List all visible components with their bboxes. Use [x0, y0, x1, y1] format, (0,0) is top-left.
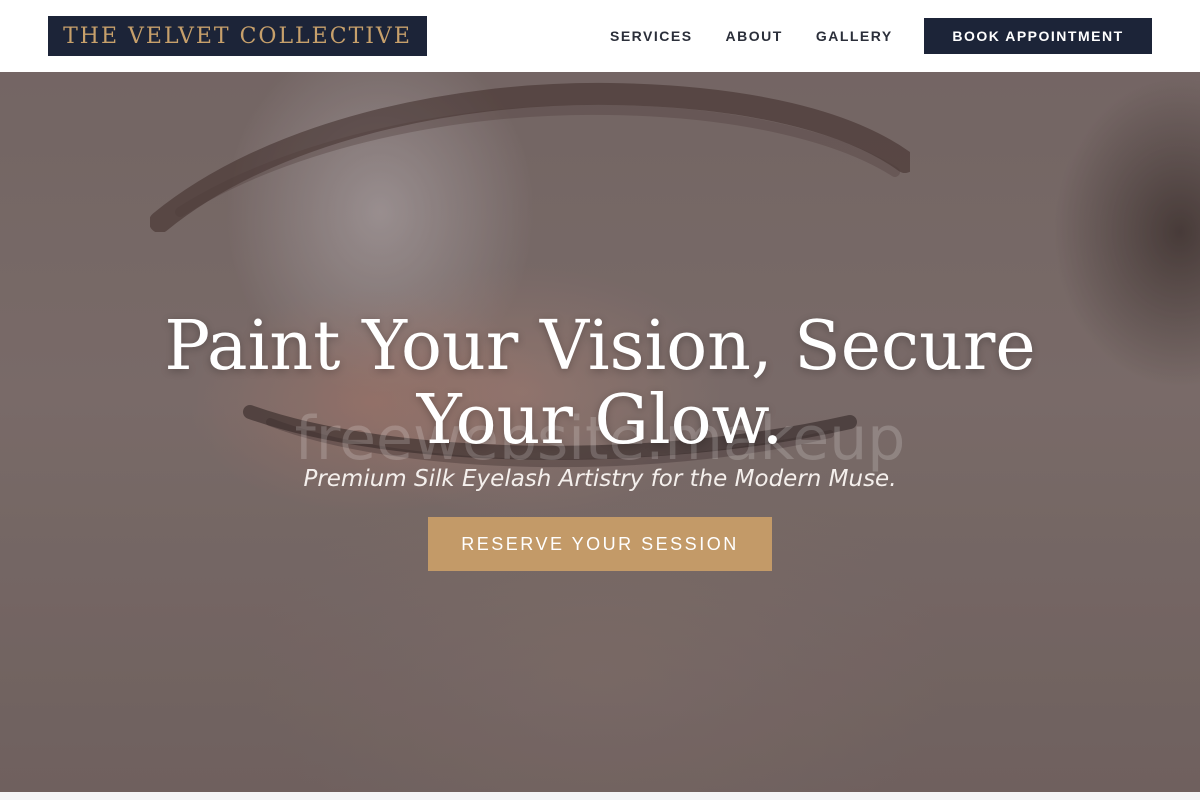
main-nav: SERVICES ABOUT GALLERY	[610, 0, 926, 72]
nav-link-gallery[interactable]: GALLERY	[816, 28, 893, 44]
hero-title: Paint Your Vision, Secure Your Glow.	[164, 307, 1036, 460]
book-appointment-button[interactable]: BOOK APPOINTMENT	[924, 18, 1152, 54]
hero-subtitle: Premium Silk Eyelash Artistry for the Mo…	[303, 466, 897, 492]
reserve-session-button[interactable]: RESERVE YOUR SESSION	[428, 517, 772, 571]
footer-strip	[0, 792, 1200, 800]
site-header: THE VELVET COLLECTIVE SERVICES ABOUT GAL…	[0, 0, 1200, 72]
site-logo[interactable]: THE VELVET COLLECTIVE	[48, 16, 427, 56]
hero-section: freewebsite.makeup Paint Your Vision, Se…	[0, 72, 1200, 792]
nav-link-about[interactable]: ABOUT	[726, 28, 783, 44]
nav-link-services[interactable]: SERVICES	[610, 28, 693, 44]
